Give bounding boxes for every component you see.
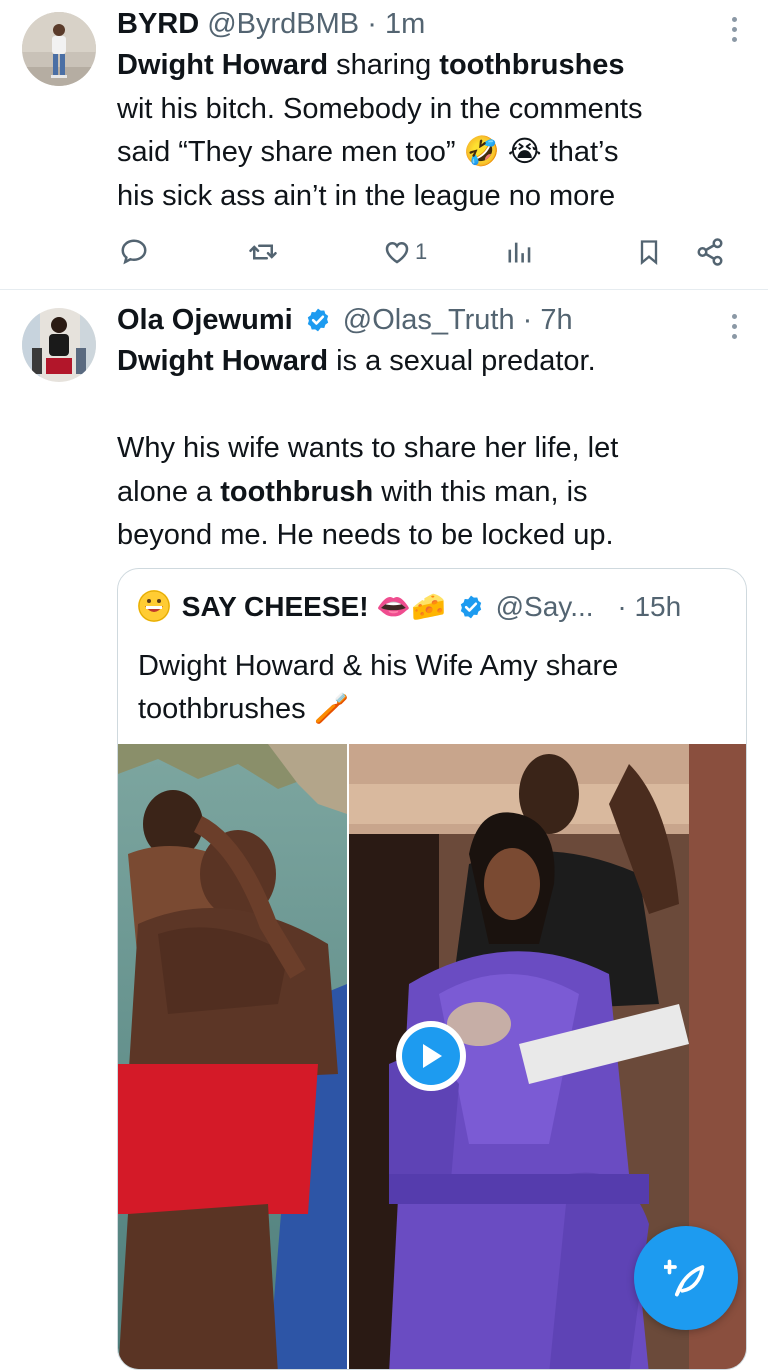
- retweet-icon: [249, 244, 277, 260]
- name-emojis: 👄🧀: [376, 591, 447, 622]
- separator: ·: [522, 304, 533, 336]
- text-line: said “They share men too” 🤣 😭 that’s: [117, 136, 619, 168]
- retweet-button[interactable]: [247, 232, 279, 272]
- avatar[interactable]: [22, 12, 96, 86]
- user-handle[interactable]: @ByrdBMB: [207, 8, 359, 40]
- bookmark-button[interactable]: [635, 232, 663, 272]
- display-name[interactable]: SAY CHEESE!: [182, 591, 369, 622]
- compose-feather-icon: [664, 1259, 705, 1297]
- tweet-header: Ola Ojewumi @Olas_Truth · 7h: [117, 302, 573, 338]
- text-line: Dwight Howard & his Wife Amy share: [138, 650, 619, 682]
- text-fragment: sharing: [328, 49, 440, 81]
- timestamp[interactable]: 15h: [634, 591, 681, 622]
- text-line: beyond me. He needs to be locked up.: [117, 519, 614, 551]
- like-button[interactable]: 1: [381, 232, 427, 272]
- user-handle[interactable]: @Say...: [496, 591, 594, 622]
- text-line: wit his bitch. Somebody in the comments: [117, 92, 643, 125]
- like-count: 1: [415, 239, 428, 264]
- quote-header: SAY CHEESE! 👄🧀 @Say... · 15h: [138, 589, 681, 625]
- text-fragment: with this man, is: [373, 475, 588, 508]
- text-line: his sick ass ain’t in the league no more: [117, 179, 616, 212]
- tweet-text: Dwight Howard sharing toothbrushes wit h…: [117, 44, 747, 218]
- tweet-text: Dwight Howard is a sexual predator. Why …: [117, 340, 747, 558]
- hashtag-mention: Dwight Howard: [117, 49, 329, 81]
- compose-tweet-button[interactable]: [634, 1226, 738, 1330]
- action-bar: 1: [117, 232, 737, 272]
- photo-beach-couple[interactable]: [118, 744, 347, 1369]
- reply-icon: [121, 239, 147, 265]
- reply-button[interactable]: [119, 232, 149, 272]
- share-button[interactable]: [695, 232, 725, 272]
- separator: ·: [367, 8, 377, 40]
- text-line: toothbrushes: [138, 693, 306, 725]
- more-options-icon[interactable]: [730, 314, 738, 339]
- verified-badge-icon: [460, 595, 482, 619]
- tweet-byrd[interactable]: BYRD @ByrdBMB · 1m Dwight Howard sharing…: [0, 0, 768, 288]
- display-name[interactable]: BYRD: [117, 8, 199, 40]
- user-handle[interactable]: @Olas_Truth: [343, 304, 515, 336]
- more-options-icon[interactable]: [730, 17, 738, 42]
- share-icon: [697, 238, 723, 266]
- text-line: Why his wife wants to share her life, le…: [117, 432, 619, 464]
- views-button[interactable]: [505, 232, 533, 272]
- verified-badge-icon: [307, 308, 328, 332]
- timestamp[interactable]: 7h: [540, 304, 572, 336]
- views-icon: [508, 242, 531, 263]
- text-fragment-bold: toothbrushes: [439, 49, 625, 81]
- grinning-face-avatar-icon: [138, 590, 170, 622]
- separator: ·: [617, 591, 627, 622]
- tweet-header: BYRD @ByrdBMB · 1m: [117, 6, 425, 42]
- toothbrush-emoji: 🪥: [313, 693, 350, 725]
- timestamp[interactable]: 1m: [385, 8, 425, 40]
- text-fragment: is a sexual predator.: [328, 345, 596, 377]
- like-icon: [385, 241, 409, 264]
- quote-text: Dwight Howard & his Wife Amy share tooth…: [138, 645, 728, 731]
- text-fragment-bold: Dwight Howard: [117, 345, 329, 377]
- text-fragment: alone a: [117, 475, 221, 508]
- text-fragment-bold: toothbrush: [220, 475, 374, 508]
- play-icon: [423, 1044, 442, 1068]
- bookmark-icon: [640, 240, 658, 265]
- avatar[interactable]: [22, 308, 96, 382]
- display-name[interactable]: Ola Ojewumi: [117, 304, 293, 336]
- play-button[interactable]: [396, 1021, 466, 1091]
